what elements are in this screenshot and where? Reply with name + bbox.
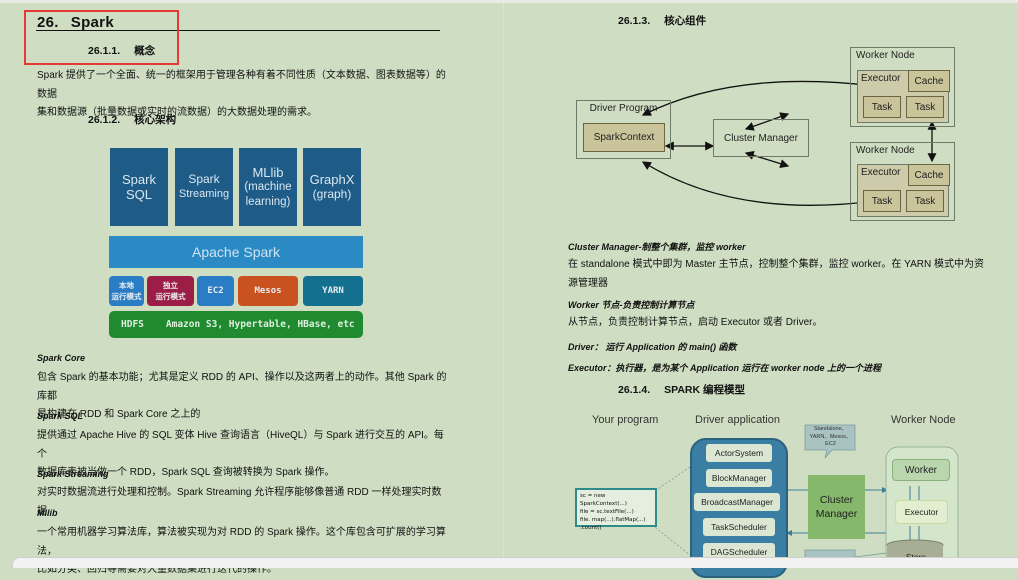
cache-box: Cache xyxy=(908,164,950,186)
model-connectors xyxy=(651,424,959,565)
section-heading-architecture: 26.1.2. 核心架构 xyxy=(88,112,176,127)
page-divider xyxy=(503,3,504,565)
section-number: 26.1.2. xyxy=(88,114,121,126)
lib-spark-sql: Spark SQL xyxy=(110,148,168,226)
cluster-manager-block: Cluster Manager xyxy=(808,475,865,539)
task-box: Task xyxy=(906,96,944,118)
driver-program-label: Driver Program xyxy=(589,103,658,114)
mode-mesos: Mesos xyxy=(238,276,298,306)
left-page: 26. Spark 26.1.1. 概念 Spark 提供了一个全面、统一的框架用于… xyxy=(0,3,503,575)
section-number: 26.1.4. xyxy=(618,384,651,396)
executor-block: Executor xyxy=(895,500,948,524)
driver-item-blockmanager: BlockManager xyxy=(706,469,772,487)
term-spark-sql: Spark SQL xyxy=(37,411,84,421)
mllib-paragraph: 一个常用机器学习算法库，算法被实现为对 RDD 的 Spark 操作。这个库包含… xyxy=(37,524,447,580)
executor-box: Executor Cache Task Task xyxy=(857,70,950,123)
code-line: sc = new SparkContext(...) xyxy=(580,493,627,507)
worker-paragraph: 从节点，负责控制计算节点，启动 Executor 或者 Driver。 xyxy=(568,314,988,333)
section-heading-model: 26.1.4. SPARK 编程模型 xyxy=(618,382,745,397)
spark-streaming-paragraph: 对实时数据流进行处理和控制。Spark Streaming 允许程序能够像普通 … xyxy=(37,484,447,521)
text-line: 从节点，负责控制计算节点，启动 Executor 或者 Driver。 xyxy=(568,317,823,328)
term-cluster-manager: Cluster Manager-制整个集群，监控 worker xyxy=(568,242,746,252)
cache-box: Cache xyxy=(908,70,950,92)
code-line: file = sc.textFile(...) xyxy=(580,509,634,515)
text-line: 提供通过 Apache Hive 的 SQL 变体 Hive 查询语言（Hive… xyxy=(37,430,444,460)
section-heading-components: 26.1.3. 核心组件 xyxy=(618,13,706,28)
code-line: file. map(...).flatMap(...) xyxy=(580,517,646,523)
spark-core-paragraph: 包含 Spark 的基本功能；尤其是定义 RDD 的 API、操作以及这两者上的… xyxy=(37,369,447,425)
text-line: 对实时数据流进行处理和控制。Spark Streaming 允许程序能够像普通 … xyxy=(37,487,442,517)
spark-context-box: SparkContext xyxy=(583,123,665,152)
worker-node-label: Worker Node xyxy=(856,145,915,156)
driver-item-actorsystem: ActorSystem xyxy=(706,444,772,462)
section-title: 核心组件 xyxy=(664,15,707,27)
executor-label: Executor xyxy=(861,167,901,178)
programming-model-diagram: Your program Driver application Worker N… xyxy=(570,405,1018,578)
arrow-driver-worker1 xyxy=(641,80,877,116)
task-box: Task xyxy=(863,190,901,212)
code-snippet-box: sc = new SparkContext(...) file = sc.tex… xyxy=(575,488,657,531)
storage-layer: HDFS Amazon S3, Hypertable, HBase, etc xyxy=(109,311,363,338)
mode-yarn: YARN xyxy=(303,276,363,306)
section-title: SPARK 编程模型 xyxy=(664,384,746,396)
spark-architecture-diagram: Spark SQL Spark Streaming MLlib (machine lea… xyxy=(107,143,365,339)
section-title: 概念 xyxy=(134,45,156,57)
term-worker: Worker 节点-负责控制计算节点 xyxy=(568,300,695,310)
section-heading-concept: 26.1.1. 概念 xyxy=(88,43,155,58)
text-line: Spark 提供了一个全面、统一的框架用于管理各种有着不同性质（文本数据、图表数… xyxy=(37,70,446,100)
task-box: Task xyxy=(906,190,944,212)
bottom-panel-edge xyxy=(12,557,1018,568)
term-driver: Driver： 运行 Application 的 main() 函数 xyxy=(568,342,737,352)
storage-others: Amazon S3, Hypertable, HBase, etc xyxy=(165,319,355,330)
text-line: 一个常用机器学习算法库，算法被实现为对 RDD 的 Spark 操作。这个库包含… xyxy=(37,527,446,557)
executor-label: Executor xyxy=(861,73,901,84)
cluster-manager-box: Cluster Manager xyxy=(713,119,809,157)
mode-local: 本地 运行模式 xyxy=(109,276,144,306)
worker-node-box-1: Worker Node Executor Cache Task Task xyxy=(850,47,955,127)
worker-node-box-2: Worker Node Executor Cache Task Task xyxy=(850,142,955,221)
driver-item-taskscheduler: TaskScheduler xyxy=(703,518,775,536)
mode-standalone: 独立 运行模式 xyxy=(147,276,194,306)
cluster-types-callout: Standalone、YARN、Mesos、EC2 xyxy=(809,426,852,447)
executor-box: Executor Cache Task Task xyxy=(857,164,950,217)
task-box: Task xyxy=(863,96,901,118)
lib-mllib: MLlib (machine learning) xyxy=(239,148,297,226)
term-spark-core: Spark Core xyxy=(37,353,86,363)
text-line: 是构建在 RDD 和 Spark Core 之上的 xyxy=(37,409,201,420)
text-line: 源管理器 xyxy=(568,277,608,289)
mode-ec2: EC2 xyxy=(197,276,234,306)
term-mllib: Mllib xyxy=(37,508,58,518)
term-spark-streaming: Spark Streaming xyxy=(37,469,109,479)
storage-hdfs: HDFS xyxy=(121,319,144,330)
section-number: 26.1.1. xyxy=(88,45,121,57)
term-executor: Executor：执行器，是为某个 Application 运行在 worker… xyxy=(568,363,882,373)
text-line: 在 standalone 模式中即为 Master 主节点，控制整个集群，监控 … xyxy=(568,259,984,270)
worker-node-label: Worker Node xyxy=(856,50,915,61)
arrow-driver-worker2 xyxy=(641,161,877,207)
apache-spark-core-block: Apache Spark xyxy=(109,236,363,268)
lib-spark-streaming: Spark Streaming xyxy=(175,148,233,226)
code-line: .count() xyxy=(580,525,602,531)
section-title: 核心架构 xyxy=(134,114,177,126)
text-line: 包含 Spark 的基本功能；尤其是定义 RDD 的 API、操作以及这两者上的… xyxy=(37,372,447,402)
section-number: 26.1.3. xyxy=(618,15,651,27)
lib-graphx: GraphX (graph) xyxy=(303,148,361,226)
worker-block: Worker xyxy=(892,459,950,481)
core-components-diagram: Driver Program SparkContext Cluster Mana… xyxy=(575,44,985,221)
driver-item-broadcastmanager: BroadcastManager xyxy=(694,493,780,511)
cluster-manager-paragraph: 在 standalone 模式中即为 Master 主节点，控制整个集群，监控 … xyxy=(568,256,988,293)
